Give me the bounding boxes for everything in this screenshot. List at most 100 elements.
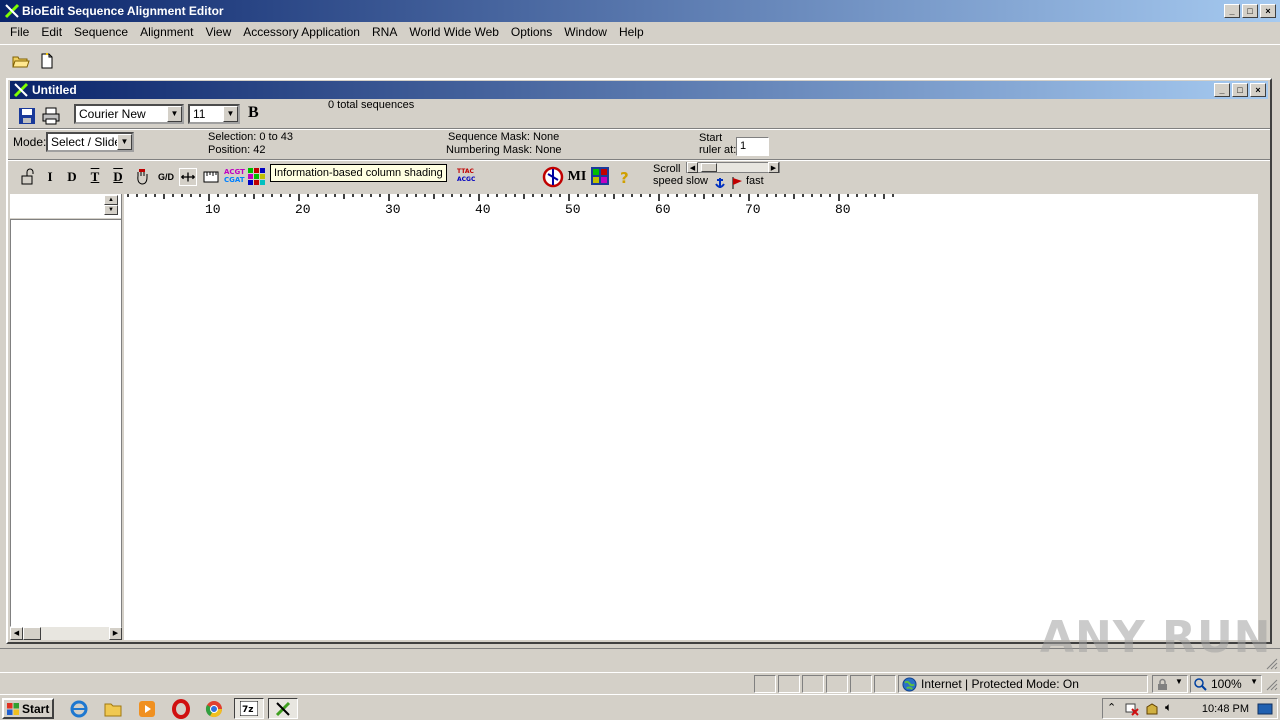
scroll-right-icon[interactable]: ▶ [109,627,122,640]
status-cell [778,675,800,693]
open-folder-icon[interactable] [11,51,31,71]
protected-mode-dropdown[interactable]: ▼ [1152,675,1188,693]
lock-icon[interactable] [19,168,37,186]
ruler-label-20: 20 [295,202,311,217]
app-window-controls: _ □ × [1224,4,1276,18]
zoom-icon [1194,678,1207,691]
document-maximize-button[interactable]: □ [1232,83,1248,97]
menu-alignment[interactable]: Alignment [134,22,199,42]
menu-file[interactable]: File [4,22,35,42]
bioedit-task-button[interactable] [268,698,298,719]
file-explorer-icon[interactable] [100,699,126,719]
mutual-information-button[interactable]: MI [566,168,588,186]
insert-mode-button[interactable]: I [41,168,59,186]
status-cell [754,675,776,693]
document-minimize-button[interactable]: _ [1214,83,1230,97]
chevron-down-icon[interactable]: ▼ [223,106,238,122]
chevron-down-icon[interactable]: ▼ [167,106,182,122]
menu-bar: File Edit Sequence Alignment View Access… [0,22,1280,42]
chrome-icon[interactable] [201,699,227,719]
volume-icon[interactable]: 🔈︎ [1165,700,1172,715]
start-ruler-label-2: ruler at: [699,144,737,156]
scroll-speed-thumb[interactable] [701,163,717,172]
menu-help[interactable]: Help [613,22,650,42]
scroll-left-icon[interactable]: ◀ [687,162,698,173]
font-size-select[interactable]: 11 ▼ [188,104,240,124]
status-cell [850,675,872,693]
app-title-bar[interactable]: BioEdit Sequence Alignment Editor _ □ × [0,0,1280,22]
lock-icon [1158,678,1167,690]
sequence-letters-icon[interactable]: TTACACGC [456,166,478,184]
document-logo-icon [13,82,29,98]
names-horizontal-scrollbar[interactable]: ◀ ▶ [10,627,122,640]
internet-explorer-icon[interactable] [66,699,92,719]
spin-up-icon[interactable]: ▲ [104,195,118,205]
restriction-map-icon[interactable] [542,166,564,188]
menu-sequence[interactable]: Sequence [68,22,134,42]
bioedit-logo-icon [4,3,20,19]
font-name-select[interactable]: Courier New ▼ [74,104,184,124]
mode-select[interactable]: Select / Slide ▼ [46,132,134,152]
scroll-right-icon[interactable]: ▶ [768,162,779,173]
delete-gaps-button[interactable]: D [109,168,127,186]
show-desktop-icon[interactable] [1257,702,1273,716]
resize-grip-icon[interactable] [1266,679,1278,691]
start-button[interactable]: Start [2,698,54,719]
font-size-value: 11 [193,107,206,121]
security-zone[interactable]: Internet | Protected Mode: On [898,675,1148,693]
name-header-area: ▲ ▼ [10,194,122,218]
scroll-fast-label: fast [746,175,764,187]
save-icon[interactable] [17,106,37,126]
maximize-button[interactable]: □ [1242,4,1258,18]
menu-rna[interactable]: RNA [366,22,403,42]
start-ruler-input[interactable]: 1 [736,137,769,156]
new-file-icon[interactable] [37,51,57,71]
sequence-names-pane[interactable] [10,219,122,627]
color-text-icon[interactable]: ACGTCGAT [223,166,245,186]
watermark: ANY RUN [1040,612,1272,663]
alignment-pane[interactable]: 10 20 30 40 50 60 70 80 [124,194,1258,640]
hand-grab-icon[interactable] [133,168,151,186]
flag-icon[interactable] [730,176,744,190]
zoom-control[interactable]: 100% ▼ [1190,675,1262,693]
ruler-icon[interactable] [202,168,220,186]
anchor-icon[interactable] [713,176,727,190]
app-title: BioEdit Sequence Alignment Editor [22,4,224,18]
menu-edit[interactable]: Edit [35,22,68,42]
show-hidden-icons-icon[interactable]: ⌃ [1107,701,1116,714]
menu-options[interactable]: Options [505,22,558,42]
action-center-icon[interactable] [1145,702,1159,716]
spin-down-icon[interactable]: ▼ [104,205,118,215]
matrix-grid-icon[interactable] [590,166,610,186]
scroll-thumb[interactable] [23,627,41,640]
minimize-button[interactable]: _ [1224,4,1240,18]
ruler-label-60: 60 [655,202,671,217]
clock[interactable]: 10:48 PM [1202,703,1249,715]
network-warning-icon[interactable] [1125,702,1139,716]
ruler-label-70: 70 [745,202,761,217]
menu-accessory-application[interactable]: Accessory Application [237,22,366,42]
scroll-left-icon[interactable]: ◀ [10,627,23,640]
document-close-button[interactable]: × [1250,83,1266,97]
status-cell [874,675,896,693]
menu-view[interactable]: View [199,22,237,42]
menu-window[interactable]: Window [558,22,613,42]
opera-icon[interactable] [168,699,194,719]
document-title-bar[interactable]: Untitled _ □ × [10,81,1268,99]
bold-toggle-button[interactable]: B [248,104,259,122]
print-icon[interactable] [41,106,61,126]
gap-delete-button[interactable]: G/D [155,168,177,186]
help-bulb-icon[interactable]: ? [616,168,634,186]
scroll-speed-slider[interactable]: ◀ ▶ [686,162,780,173]
media-player-icon[interactable] [134,699,160,719]
slide-cursor-icon[interactable] [179,168,197,186]
color-blocks-icon[interactable] [247,166,267,186]
close-button[interactable]: × [1260,4,1276,18]
menu-world-wide-web[interactable]: World Wide Web [403,22,505,42]
globe-icon [902,677,917,692]
delete-mode-button[interactable]: D [63,168,81,186]
7zip-task-button[interactable]: 7z [234,698,264,719]
text-mode-button[interactable]: T [86,168,104,186]
chevron-down-icon[interactable]: ▼ [117,134,132,150]
ruler-label-50: 50 [565,202,581,217]
